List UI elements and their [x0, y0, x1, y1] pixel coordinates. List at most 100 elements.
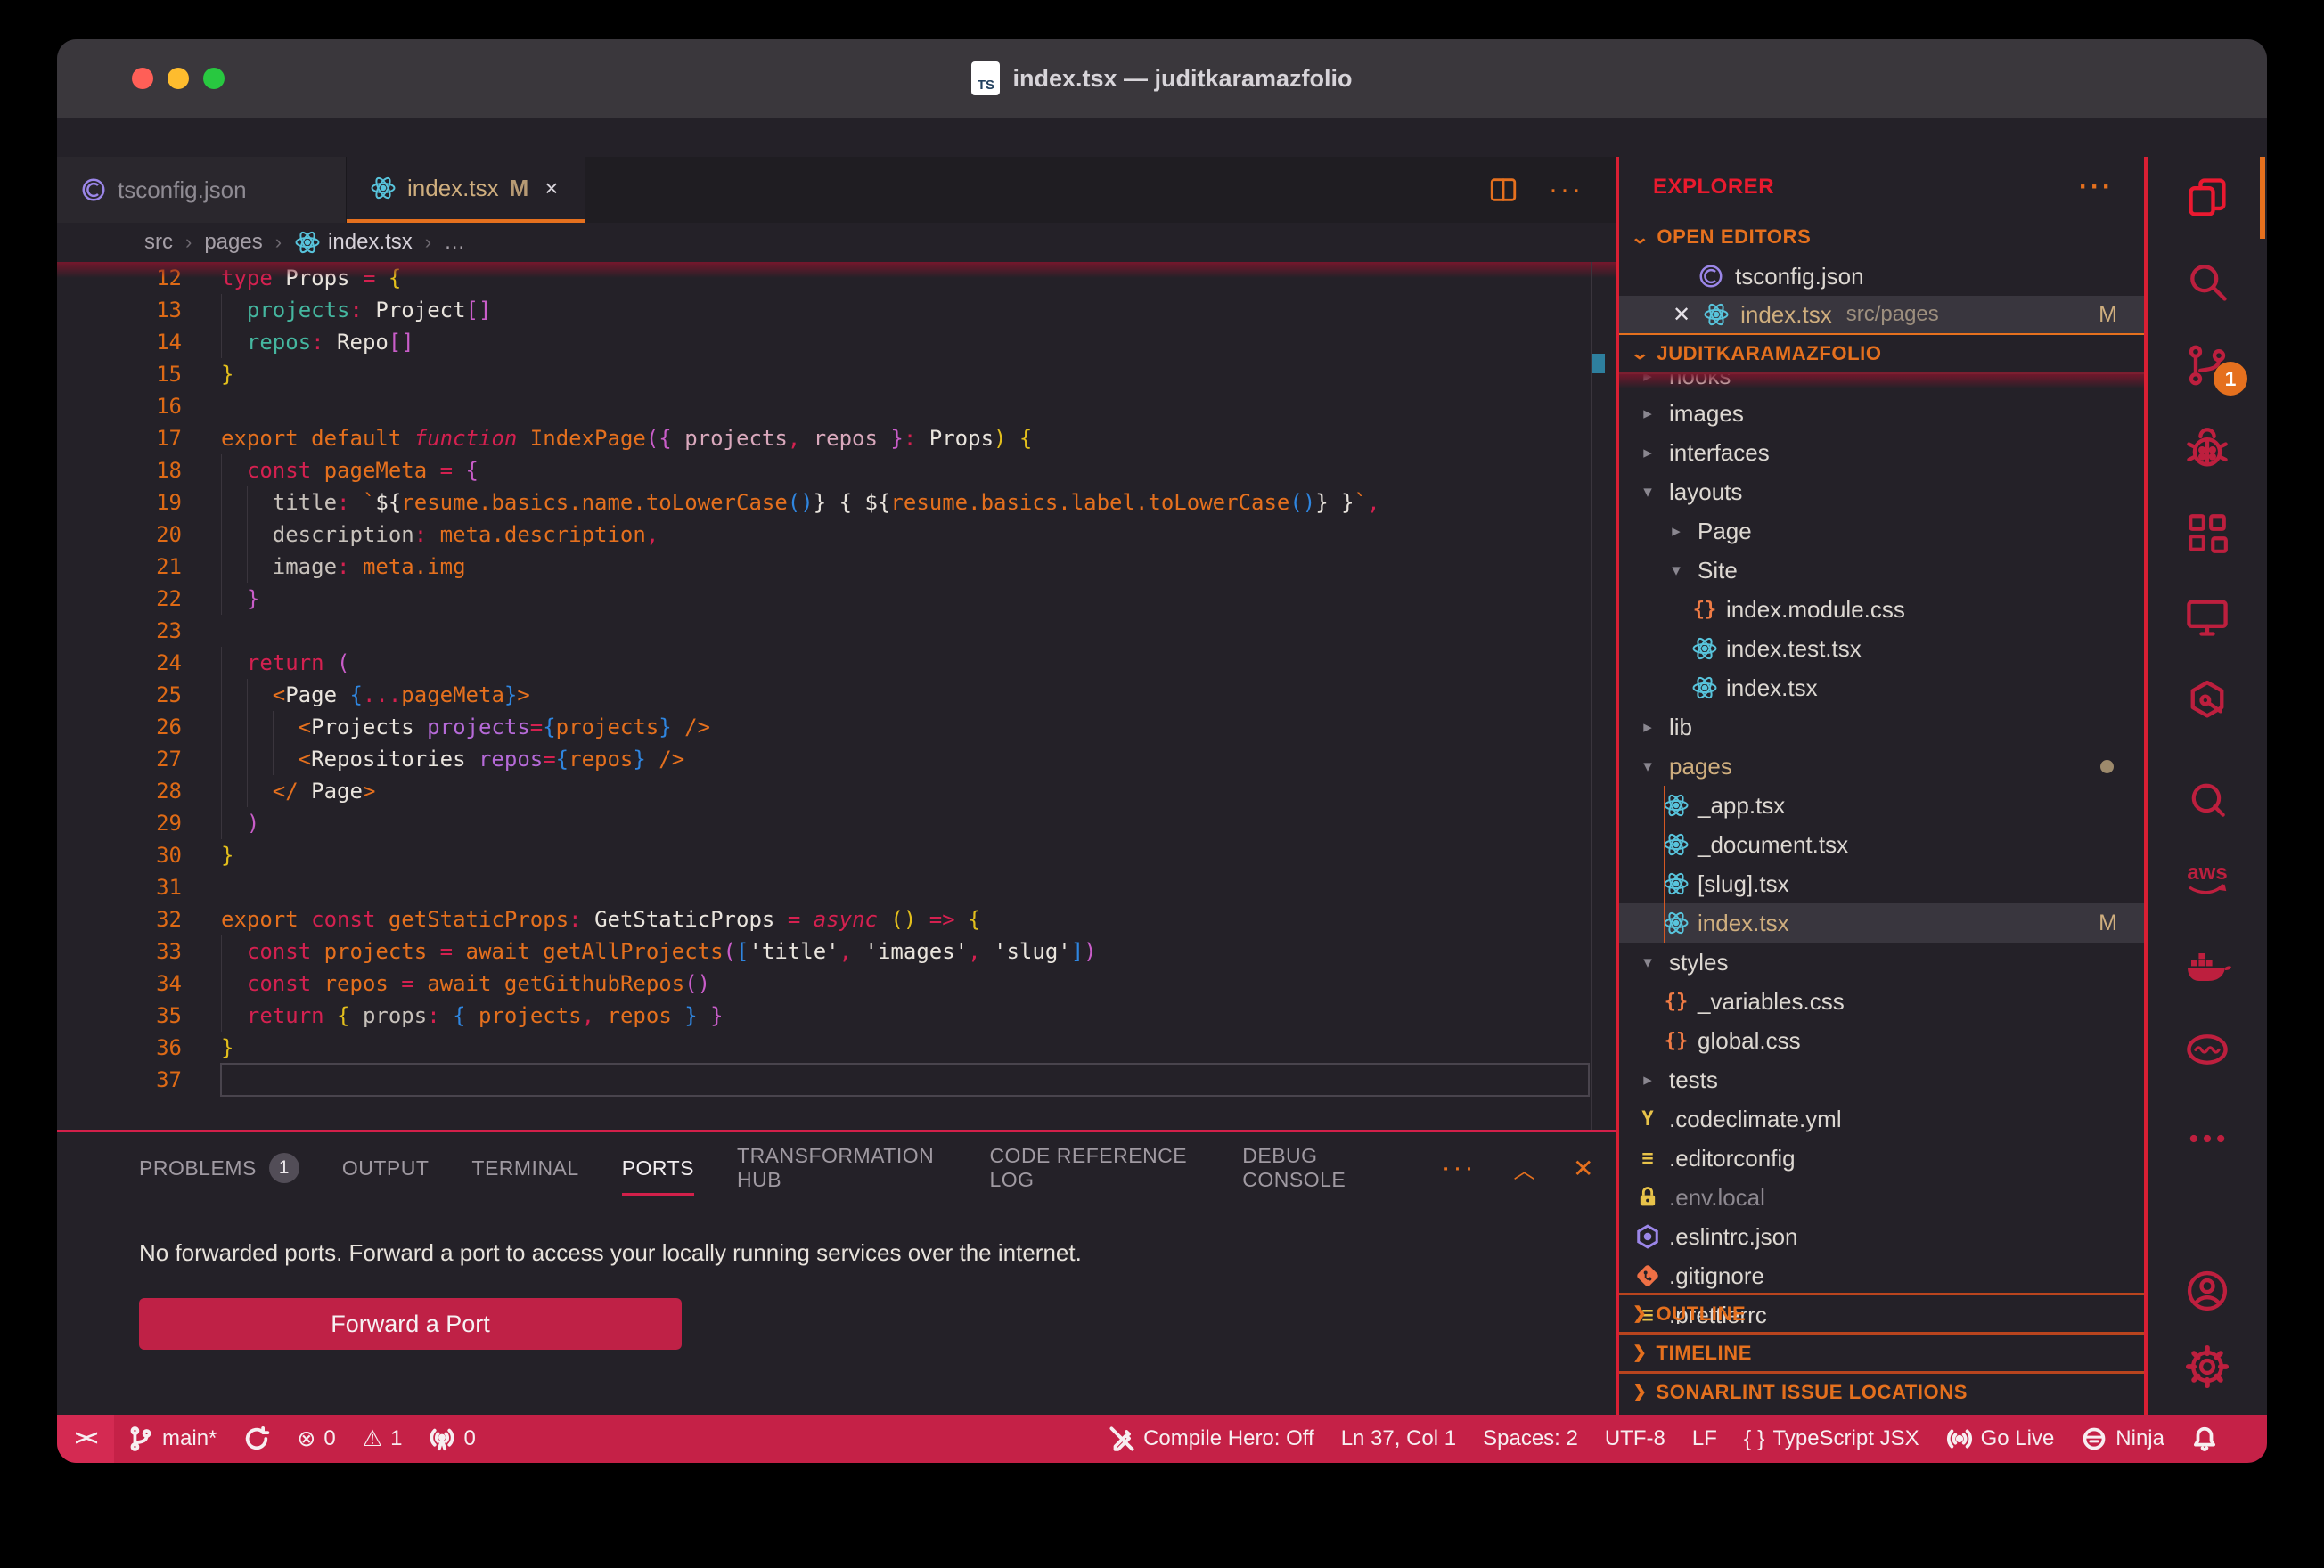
breadcrumb-item-index.tsx[interactable]: index.tsx	[294, 229, 413, 256]
aws-icon[interactable]: aws	[2148, 844, 2267, 915]
project-root-header[interactable]: ⌄ JUDITKARAMAZFOLIO	[1619, 335, 2144, 374]
code-line-24[interactable]: 24return (	[57, 647, 1616, 679]
tree-item-.editorconfig[interactable]: ≡.editorconfig	[1619, 1139, 2144, 1178]
tree-item-tests[interactable]: ▸tests	[1619, 1060, 2144, 1099]
code-line-21[interactable]: 21image: meta.img	[57, 551, 1616, 583]
search-icon[interactable]	[2148, 246, 2267, 317]
open-editors-header[interactable]: ⌄ OPEN EDITORS	[1619, 217, 2144, 257]
code-line-23[interactable]: 23	[57, 615, 1616, 647]
breadcrumb-item-src[interactable]: src	[144, 230, 173, 255]
tree-item-pages[interactable]: ▾pages	[1619, 747, 2144, 786]
breadcrumb-item-pages[interactable]: pages	[204, 230, 262, 255]
remote-indicator[interactable]: ><	[57, 1415, 114, 1463]
encoding[interactable]: UTF-8	[1592, 1415, 1679, 1463]
tree-item-index.test.tsx[interactable]: index.test.tsx	[1619, 629, 2144, 668]
code-line-27[interactable]: 27<Repositories repos={repos} />	[57, 743, 1616, 775]
code-line-35[interactable]: 35return { props: { projects, repos } }	[57, 1000, 1616, 1032]
tab-index.tsx[interactable]: index.tsxM×	[347, 157, 585, 223]
notifications-bell[interactable]	[2178, 1415, 2231, 1463]
tree-item-_variables.css[interactable]: {}_variables.css	[1619, 982, 2144, 1021]
tree-item-[slug].tsx[interactable]: [slug].tsx	[1619, 864, 2144, 903]
forwarded-ports[interactable]: 0	[415, 1415, 488, 1463]
forward-a-port-button[interactable]: Forward a Port	[139, 1298, 682, 1350]
tree-item-images[interactable]: ▸images	[1619, 394, 2144, 433]
git-branch[interactable]: main*	[114, 1415, 230, 1463]
tree-item-_app.tsx[interactable]: _app.tsx	[1619, 786, 2144, 825]
code-line-13[interactable]: 13projects: Project[]	[57, 294, 1616, 326]
indentation[interactable]: Spaces: 2	[1469, 1415, 1592, 1463]
code-line-26[interactable]: 26<Projects projects={projects} />	[57, 711, 1616, 743]
panel-tab-transformation-hub[interactable]: TRANSFORMATION HUB	[737, 1132, 946, 1204]
code-line-25[interactable]: 25<Page {...pageMeta}>	[57, 679, 1616, 711]
errors[interactable]: ⊗0	[283, 1415, 348, 1463]
quokka-icon[interactable]	[2148, 764, 2267, 836]
sync[interactable]	[230, 1415, 283, 1463]
code-line-33[interactable]: 33const projects = await getAllProjects(…	[57, 935, 1616, 968]
go-live[interactable]: Go Live	[1933, 1415, 2068, 1463]
section-outline[interactable]: ❯OUTLINE	[1619, 1293, 2144, 1332]
code-line-17[interactable]: 17export default function IndexPage({ pr…	[57, 422, 1616, 454]
waves-icon[interactable]	[2148, 1014, 2267, 1085]
code-line-14[interactable]: 14repos: Repo[]	[57, 326, 1616, 358]
tab-tsconfig.json[interactable]: tsconfig.json	[57, 157, 347, 223]
code-line-31[interactable]: 31	[57, 871, 1616, 903]
tree-item-global.css[interactable]: {}global.css	[1619, 1021, 2144, 1060]
more-icon[interactable]	[2148, 1103, 2267, 1174]
tree-item-.env.local[interactable]: .env.local	[1619, 1178, 2144, 1217]
eol[interactable]: LF	[1679, 1415, 1731, 1463]
source-control-icon[interactable]: 1	[2148, 330, 2267, 401]
close-icon[interactable]: ✕	[1573, 1154, 1594, 1183]
code-line-20[interactable]: 20description: meta.description,	[57, 519, 1616, 551]
debug-icon[interactable]	[2148, 413, 2267, 485]
tree-item-interfaces[interactable]: ▸interfaces	[1619, 433, 2144, 472]
section-timeline[interactable]: ❯TIMELINE	[1619, 1332, 2144, 1371]
code-line-34[interactable]: 34const repos = await getGithubRepos()	[57, 968, 1616, 1000]
code-line-16[interactable]: 16	[57, 390, 1616, 422]
tree-item-.eslintrc.json[interactable]: .eslintrc.json	[1619, 1217, 2144, 1256]
code-line-29[interactable]: 29)	[57, 807, 1616, 839]
code-line-19[interactable]: 19title: `${resume.basics.name.toLowerCa…	[57, 486, 1616, 519]
cursor-position[interactable]: Ln 37, Col 1	[1328, 1415, 1469, 1463]
split-editor-icon[interactable]	[1488, 175, 1518, 205]
code-editor[interactable]: 12type Props = {13projects: Project[]14r…	[57, 262, 1616, 1130]
code-line-18[interactable]: 18const pageMeta = {	[57, 454, 1616, 486]
code-line-30[interactable]: 30}	[57, 839, 1616, 871]
code-line-15[interactable]: 15}	[57, 358, 1616, 390]
breadcrumb-item-…[interactable]: …	[444, 230, 465, 255]
more-actions-icon[interactable]: ···	[1442, 1153, 1477, 1183]
hexagon-tool-icon[interactable]	[2148, 665, 2267, 736]
tree-item-index.tsx[interactable]: index.tsxM	[1619, 903, 2144, 943]
remote-monitor-icon[interactable]	[2148, 581, 2267, 652]
panel-tab-code-reference-log[interactable]: CODE REFERENCE LOG	[989, 1132, 1199, 1204]
tree-item-index.tsx[interactable]: index.tsx	[1619, 668, 2144, 707]
account-icon[interactable]	[2148, 1255, 2267, 1327]
code-line-22[interactable]: 22}	[57, 583, 1616, 615]
tree-item-.gitignore[interactable]: .gitignore	[1619, 1256, 2144, 1295]
ninja[interactable]: Ninja	[2067, 1415, 2178, 1463]
tree-item-Page[interactable]: ▸Page	[1619, 511, 2144, 551]
compile-hero[interactable]: Compile Hero: Off	[1095, 1415, 1328, 1463]
tab-close-icon[interactable]: ×	[544, 175, 558, 202]
tree-item-_document.tsx[interactable]: _document.tsx	[1619, 825, 2144, 864]
overview-ruler[interactable]	[1591, 262, 1616, 1130]
section-sonarlint-issue-locations[interactable]: ❯SONARLINT ISSUE LOCATIONS	[1619, 1371, 2144, 1410]
tree-item-Site[interactable]: ▾Site	[1619, 551, 2144, 590]
language-mode[interactable]: { }TypeScript JSX	[1731, 1415, 1933, 1463]
tree-item-hooks[interactable]: ▸hooks	[1619, 374, 2144, 394]
panel-tab-terminal[interactable]: TERMINAL	[471, 1132, 578, 1204]
panel-tab-ports[interactable]: PORTS	[622, 1132, 694, 1204]
breadcrumb[interactable]: src›pages›index.tsx›…	[57, 223, 1616, 262]
docker-icon[interactable]	[2148, 930, 2267, 1001]
tree-item-layouts[interactable]: ▾layouts	[1619, 472, 2144, 511]
tree-item-styles[interactable]: ▾styles	[1619, 943, 2144, 982]
code-line-32[interactable]: 32export const getStaticProps: GetStatic…	[57, 903, 1616, 935]
panel-tab-output[interactable]: OUTPUT	[342, 1132, 430, 1204]
chevron-up-icon[interactable]: ︿	[1514, 1153, 1536, 1184]
extensions-icon[interactable]	[2148, 497, 2267, 568]
code-line-28[interactable]: 28</ Page>	[57, 775, 1616, 807]
panel-tab-debug-console[interactable]: DEBUG CONSOLE	[1242, 1132, 1398, 1204]
settings-gear-icon[interactable]	[2148, 1331, 2267, 1402]
files-icon[interactable]	[2148, 162, 2267, 233]
tree-item-index.module.css[interactable]: {}index.module.css	[1619, 590, 2144, 629]
warnings[interactable]: ⚠1	[349, 1415, 416, 1463]
